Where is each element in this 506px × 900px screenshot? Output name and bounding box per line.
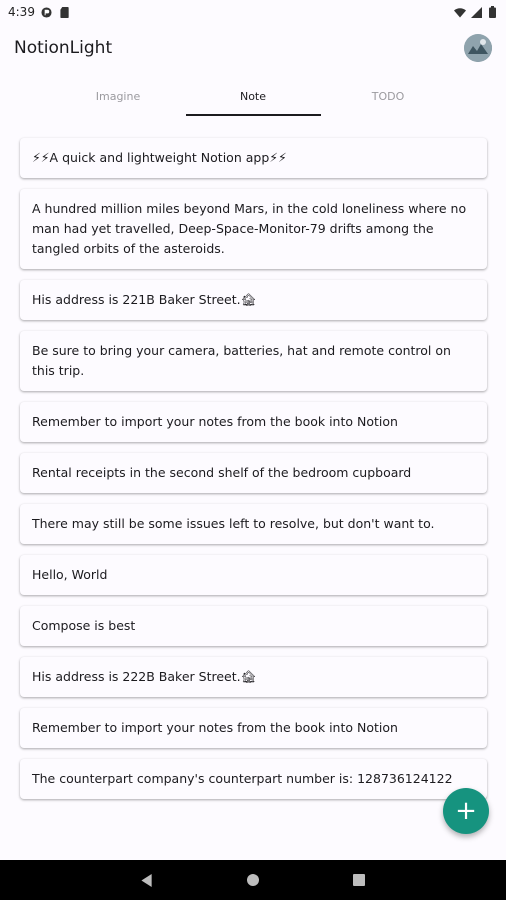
note-text: A hundred million miles beyond Mars, in … [32,201,467,256]
note-text: Compose is best [32,618,136,633]
note-card[interactable]: Be sure to bring your camera, batteries,… [20,331,487,391]
note-text: Remember to import your notes from the b… [32,414,398,429]
note-text: The counterpart company's counterpart nu… [32,771,453,786]
wifi-icon [454,6,466,18]
note-card[interactable]: Remember to import your notes from the b… [20,402,487,442]
note-text: His address is 222B Baker Street.🏚 [32,669,257,684]
avatar[interactable] [464,34,492,62]
note-text: Remember to import your notes from the b… [32,720,398,735]
back-icon[interactable] [139,872,155,888]
note-text: Be sure to bring your camera, batteries,… [32,343,451,378]
recents-icon[interactable] [351,872,367,888]
note-card[interactable]: The counterpart company's counterpart nu… [20,759,487,799]
battery-icon [486,6,498,18]
add-note-button[interactable]: + [443,788,489,834]
note-card[interactable]: His address is 221B Baker Street.🏚 [20,280,487,320]
status-bar: 4:39 [0,0,506,24]
tab-row: Imagine Note TODO [0,76,506,116]
status-time: 4:39 [8,5,35,19]
note-card[interactable]: Remember to import your notes from the b… [20,708,487,748]
tab-note[interactable]: Note [185,76,321,116]
note-card[interactable]: Rental receipts in the second shelf of t… [20,453,487,493]
note-text: Hello, World [32,567,108,582]
note-text: Rental receipts in the second shelf of t… [32,465,412,480]
note-card[interactable]: There may still be some issues left to r… [20,504,487,544]
signal-icon [470,6,482,18]
tab-label: Imagine [95,89,141,103]
note-card[interactable]: His address is 222B Baker Street.🏚 [20,657,487,697]
plus-icon: + [455,796,477,826]
note-card[interactable]: ⚡⚡A quick and lightweight Notion app⚡⚡ [20,138,487,178]
note-card[interactable]: A hundred million miles beyond Mars, in … [20,189,487,269]
tab-todo[interactable]: TODO [321,76,456,116]
tab-label: Note [239,89,267,103]
note-list: ⚡⚡A quick and lightweight Notion app⚡⚡ A… [20,138,487,810]
sd-card-icon [59,6,71,18]
note-text: ⚡⚡A quick and lightweight Notion app⚡⚡ [32,150,287,165]
system-navigation-bar [0,860,506,900]
note-text: There may still be some issues left to r… [32,516,435,531]
app-notification-icon [41,6,53,18]
tab-label: TODO [371,89,405,103]
note-card[interactable]: Hello, World [20,555,487,595]
note-text: His address is 221B Baker Street.🏚 [32,292,257,307]
tab-imagine[interactable]: Imagine [51,76,186,116]
app-title: NotionLight [14,38,113,58]
note-card[interactable]: Compose is best [20,606,487,646]
top-app-bar: NotionLight [0,24,506,72]
home-icon[interactable] [245,872,261,888]
